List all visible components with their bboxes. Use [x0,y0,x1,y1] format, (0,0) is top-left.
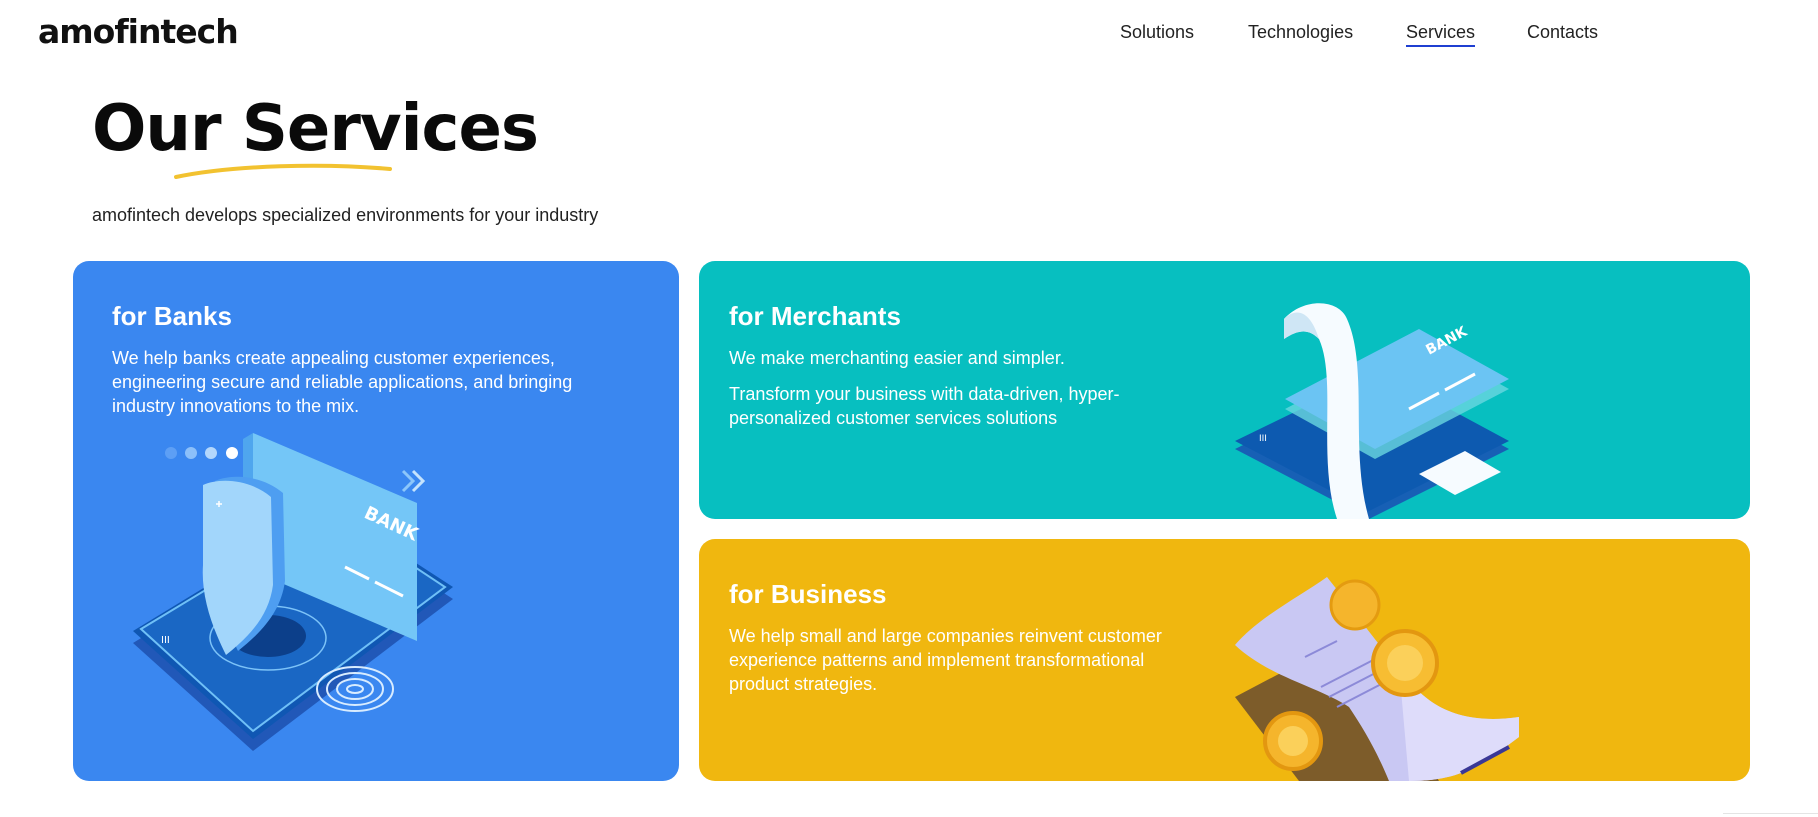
card-title: for Merchants [729,301,901,331]
card-title: for Banks [112,301,232,331]
card-text: Transform your business with data-driven… [729,384,1120,428]
card-banks[interactable]: for Banks We help banks create appealing… [73,261,679,781]
invoice-coins-illustration [1235,577,1519,781]
card-business[interactable]: for Business We help small and large com… [699,539,1750,781]
svg-text:III: III [1259,434,1267,444]
svg-text:III: III [161,635,170,646]
card-text: We help banks create appealing customer … [112,348,573,416]
page-title: Our Services [92,92,539,166]
nav-technologies[interactable]: Technologies [1248,22,1353,43]
page-subtitle: amofintech develops specialized environm… [92,205,599,225]
card-text: We make merchanting easier and simpler. [729,348,1065,368]
bank-security-illustration: BANK III [133,433,453,751]
card-title: for Business [729,579,887,609]
card-text: We help small and large companies reinve… [729,626,1162,694]
nav-contacts[interactable]: Contacts [1527,22,1598,43]
page-edge-divider [1723,813,1818,817]
nav-solutions[interactable]: Solutions [1120,22,1194,43]
nav-services[interactable]: Services [1406,22,1476,47]
title-underline [174,163,392,179]
payment-terminal-illustration: BANK III [1235,303,1509,519]
main-nav: Solutions Technologies Services Contacts [0,22,1818,47]
card-merchants[interactable]: for Merchants We make merchanting easier… [699,261,1750,519]
